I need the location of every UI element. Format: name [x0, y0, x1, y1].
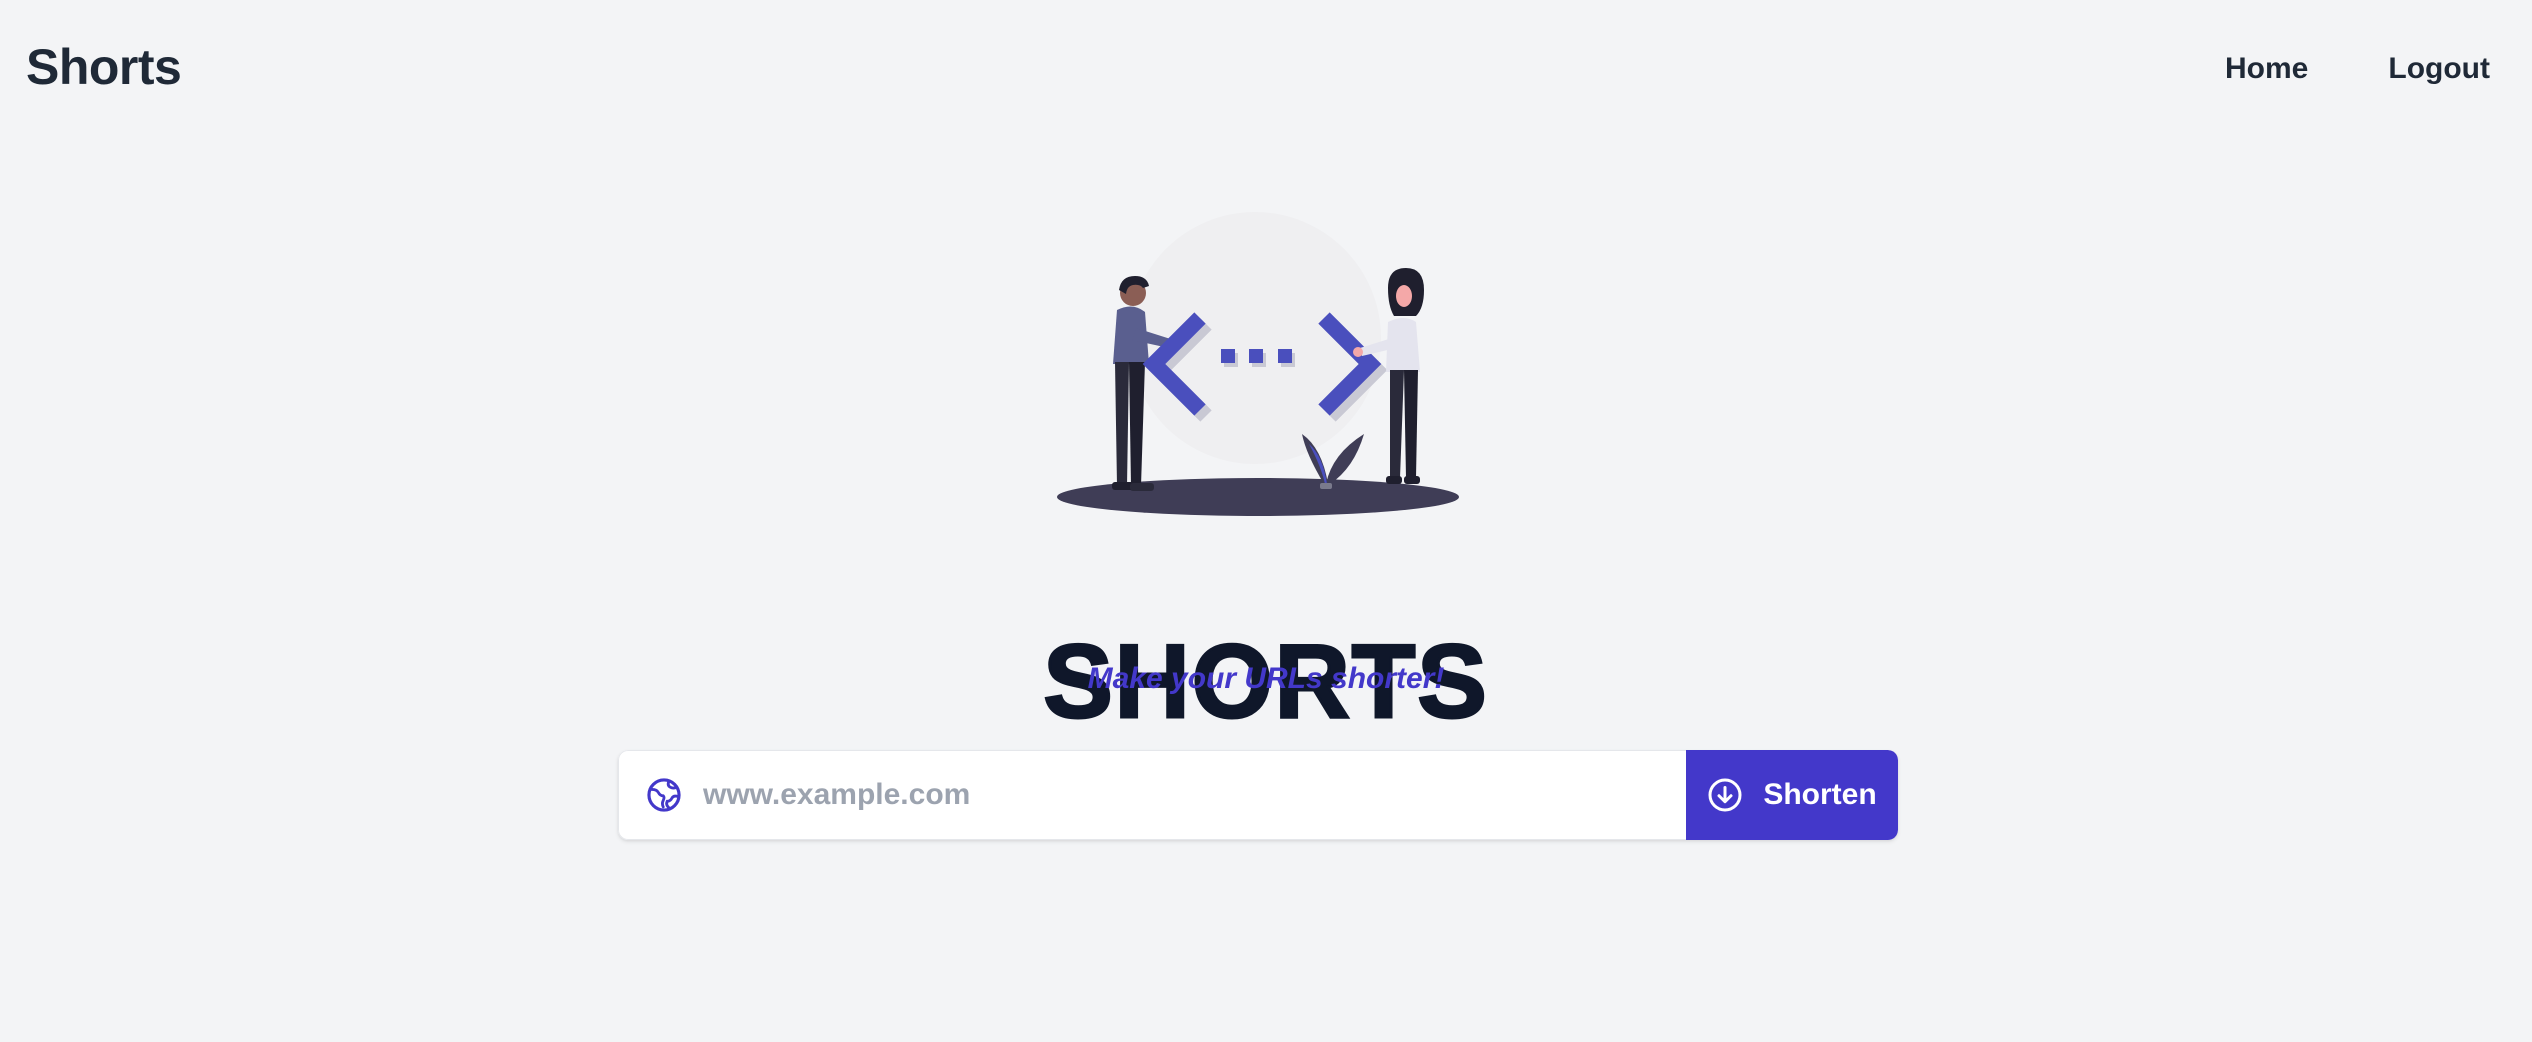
- main-nav: Home Logout: [2225, 52, 2490, 86]
- people-with-code-brackets-illustration: [1057, 212, 1459, 516]
- url-input-wrapper[interactable]: [618, 750, 1686, 840]
- ellipsis-dots: [1221, 349, 1295, 367]
- url-input[interactable]: [701, 750, 1686, 840]
- arrow-down-circle-icon: [1708, 778, 1742, 812]
- shorten-button-label: Shorten: [1763, 778, 1877, 811]
- globe-icon: [647, 778, 681, 812]
- nav-home-link[interactable]: Home: [2225, 52, 2308, 86]
- shorten-url-form: Shorten: [618, 750, 1898, 840]
- shorten-button[interactable]: Shorten: [1686, 750, 1898, 840]
- brand-logo-link[interactable]: Shorts: [26, 38, 182, 96]
- hero-subtitle: Make your URLs shorter!: [1087, 662, 1445, 695]
- nav-logout-link[interactable]: Logout: [2388, 52, 2490, 86]
- top-navbar: Shorts Home Logout: [0, 0, 2532, 140]
- hero-illustration: [1040, 200, 1520, 530]
